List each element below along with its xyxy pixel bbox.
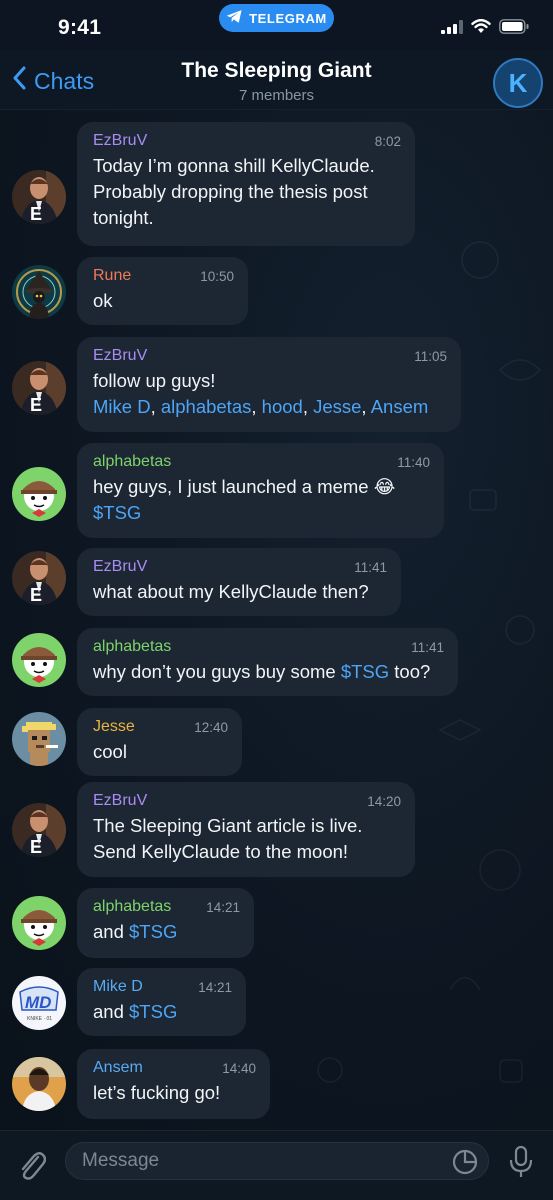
- message-line: hey guys, I just launched a meme 😂: [93, 476, 396, 497]
- message-line: The Sleeping Giant article is live.: [93, 815, 363, 836]
- avatar-ezbruv[interactable]: E: [12, 803, 66, 857]
- message-line: Send KellyClaude to the moon!: [93, 841, 349, 862]
- message-time: 14:21: [206, 900, 240, 915]
- mention-separator: ,: [150, 396, 161, 417]
- message-line: Probably dropping the thesis post: [93, 181, 368, 202]
- message-time: 14:40: [222, 1061, 256, 1076]
- message-bubble[interactable]: Jesse 12:40 cool: [77, 708, 242, 776]
- avatar-letter: E: [30, 837, 42, 857]
- message-text: follow up guys! Mike D, alphabetas, hood…: [93, 368, 445, 420]
- mention-link[interactable]: Jesse: [313, 396, 361, 417]
- member-count: 7 members: [238, 87, 315, 104]
- chat-header: Chats The Sleeping Giant 7 members K: [0, 50, 553, 110]
- avatar-subtext: KNIKE · 01: [27, 1016, 52, 1022]
- message-bubble[interactable]: EzBruV 11:05 follow up guys! Mike D, alp…: [77, 337, 461, 432]
- signal-icon: [441, 19, 463, 39]
- mention-separator: ,: [361, 396, 371, 417]
- chat-title-block[interactable]: The Sleeping Giant 7 members: [0, 59, 553, 104]
- message-bubble[interactable]: EzBruV 8:02 Today I’m gonna shill KellyC…: [77, 122, 415, 246]
- sender-name: EzBruV: [93, 347, 148, 364]
- ticker-link[interactable]: $TSG: [93, 502, 141, 523]
- message-text: why don’t you guys buy some $TSG too?: [93, 661, 431, 682]
- message-bubble[interactable]: Mike D 14:21 and $TSG: [77, 968, 246, 1036]
- message-bubble[interactable]: Ansem 14:40 let’s fucking go!: [77, 1049, 270, 1119]
- avatar-rune[interactable]: [12, 265, 66, 319]
- avatar-letter: E: [30, 395, 42, 415]
- mention-link[interactable]: Mike D: [93, 396, 151, 417]
- chat-title: The Sleeping Giant: [181, 59, 372, 82]
- message-time: 8:02: [374, 134, 401, 149]
- message-time: 10:50: [200, 269, 234, 284]
- message-text: ok: [93, 290, 113, 311]
- microphone-icon[interactable]: [508, 1145, 534, 1184]
- group-avatar[interactable]: K: [493, 58, 543, 108]
- mention-separator: ,: [302, 396, 314, 417]
- mention-link[interactable]: Ansem: [371, 396, 429, 417]
- wifi-icon: [471, 18, 491, 39]
- paperclip-icon[interactable]: [16, 1147, 47, 1186]
- battery-icon: [499, 19, 529, 39]
- avatar-alphabetas[interactable]: [12, 633, 66, 687]
- message-text: hey guys, I just launched a meme 😂 $TSG: [93, 474, 428, 526]
- message-time: 14:20: [367, 794, 401, 809]
- avatar-letter: E: [30, 585, 42, 605]
- status-bar: 9:41 TELEGRAM: [0, 0, 553, 50]
- message-text: Today I’m gonna shill KellyClaude. Proba…: [93, 153, 399, 231]
- message-time: 11:41: [411, 640, 444, 655]
- composer-bar: [0, 1130, 553, 1200]
- clock: 9:41: [58, 16, 102, 39]
- message-time: 11:40: [397, 455, 430, 470]
- message-line: Today I’m gonna shill KellyClaude.: [93, 155, 375, 176]
- sender-name: alphabetas: [93, 453, 172, 470]
- message-time: 12:40: [194, 720, 228, 735]
- message-bubble[interactable]: EzBruV 11:41 what about my KellyClaude t…: [77, 548, 401, 616]
- avatar-ansem[interactable]: [12, 1057, 66, 1111]
- message-text: what about my KellyClaude then?: [93, 581, 369, 602]
- avatar-ezbruv[interactable]: E: [12, 361, 66, 415]
- telegram-status-pill[interactable]: TELEGRAM: [219, 4, 334, 32]
- telegram-pill-label: TELEGRAM: [249, 10, 327, 26]
- sticker-icon[interactable]: [452, 1149, 478, 1180]
- sender-name: EzBruV: [93, 558, 148, 575]
- message-time: 14:21: [198, 980, 232, 995]
- sender-name: EzBruV: [93, 132, 148, 149]
- message-text: The Sleeping Giant article is live. Send…: [93, 813, 399, 865]
- mention-list: Mike D, alphabetas, hood, Jesse, Ansem: [93, 394, 445, 420]
- message-bubble[interactable]: alphabetas 11:40 hey guys, I just launch…: [77, 443, 444, 538]
- ticker-link[interactable]: $TSG: [341, 661, 389, 682]
- message-text: and $TSG: [93, 921, 178, 942]
- message-time: 11:41: [354, 560, 387, 575]
- message-text: let’s fucking go!: [93, 1082, 221, 1103]
- message-bubble[interactable]: alphabetas 11:41 why don’t you guys buy …: [77, 628, 458, 696]
- message-bubble[interactable]: alphabetas 14:21 and $TSG: [77, 888, 254, 958]
- sender-name: EzBruV: [93, 792, 148, 809]
- ticker-link[interactable]: $TSG: [129, 921, 177, 942]
- message-bubble[interactable]: Rune 10:50 ok: [77, 257, 248, 325]
- message-time: 11:05: [414, 349, 447, 364]
- message-line: tonight.: [93, 207, 154, 228]
- mention-link[interactable]: hood: [262, 396, 303, 417]
- message-line: follow up guys!: [93, 370, 216, 391]
- avatar-letter: E: [30, 204, 42, 224]
- avatar-monogram: MD: [25, 993, 51, 1012]
- avatar-jesse[interactable]: [12, 712, 66, 766]
- avatar-alphabetas[interactable]: [12, 896, 66, 950]
- mention-link[interactable]: alphabetas: [161, 396, 252, 417]
- message-text: cool: [93, 741, 127, 762]
- mention-separator: ,: [251, 396, 262, 417]
- ticker-link[interactable]: $TSG: [129, 1001, 177, 1022]
- telegram-plane-icon: [226, 9, 243, 27]
- avatar-ezbruv[interactable]: E: [12, 551, 66, 605]
- avatar-mike-d[interactable]: MD KNIKE · 01: [12, 976, 66, 1030]
- message-field[interactable]: [65, 1142, 489, 1180]
- status-icons: [441, 18, 529, 39]
- message-input[interactable]: [66, 1143, 488, 1179]
- message-text: and $TSG: [93, 1001, 178, 1022]
- sender-name: alphabetas: [93, 638, 172, 655]
- avatar-ezbruv[interactable]: E: [12, 170, 66, 224]
- avatar-alphabetas[interactable]: [12, 467, 66, 521]
- message-bubble[interactable]: EzBruV 14:20 The Sleeping Giant article …: [77, 782, 415, 877]
